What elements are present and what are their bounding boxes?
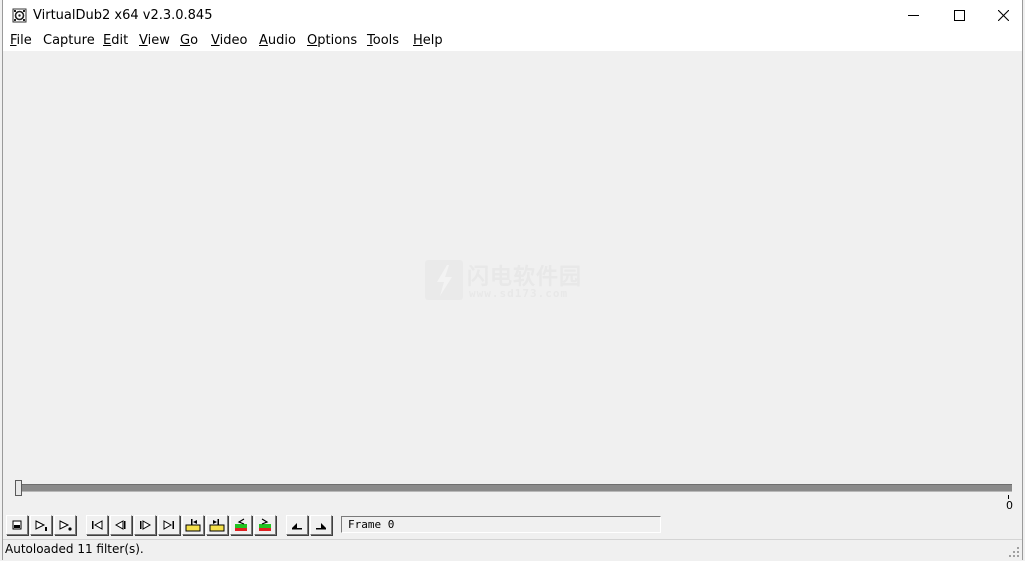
- menu-capture[interactable]: Capture: [43, 33, 95, 48]
- scene-back-icon: [235, 518, 247, 531]
- mark-out-button[interactable]: [310, 515, 332, 535]
- stop-button[interactable]: [6, 515, 28, 535]
- menu-audio[interactable]: Audio: [259, 33, 296, 48]
- minimize-button[interactable]: [890, 0, 936, 31]
- menu-edit[interactable]: Edit: [103, 33, 128, 48]
- play-output-icon: [59, 520, 72, 531]
- frame-indicator-text: Frame 0: [348, 518, 395, 531]
- lightning-icon: [437, 265, 452, 296]
- play-input-button[interactable]: [30, 515, 52, 535]
- prev-key-icon: [185, 519, 201, 532]
- maximize-button[interactable]: [936, 0, 982, 31]
- watermark-url: www.sd173.com: [469, 287, 569, 300]
- frame-indicator: Frame 0: [341, 516, 661, 533]
- watermark: 闪电软件园 www.sd173.com: [423, 258, 598, 304]
- app-icon: [12, 8, 27, 23]
- scene-forward-icon: [259, 518, 271, 531]
- status-text: Autoloaded 11 filter(s).: [5, 542, 144, 556]
- close-button[interactable]: [980, 0, 1025, 31]
- next-key-button[interactable]: [206, 515, 228, 535]
- menu-tools[interactable]: Tools: [367, 33, 399, 48]
- scene-forward-button[interactable]: [254, 515, 276, 535]
- step-back-button[interactable]: [110, 515, 132, 535]
- watermark-logo: [425, 260, 463, 300]
- prev-key-button[interactable]: [182, 515, 204, 535]
- go-end-icon: [163, 520, 174, 530]
- menu-go[interactable]: Go: [180, 33, 198, 48]
- go-start-icon: [92, 520, 103, 530]
- go-start-button[interactable]: [86, 515, 108, 535]
- mark-out-icon: [316, 523, 326, 530]
- scene-back-button[interactable]: [230, 515, 252, 535]
- play-output-button[interactable]: [54, 515, 76, 535]
- close-icon: [997, 10, 1009, 21]
- maximize-icon: [953, 10, 965, 21]
- mark-in-icon: [292, 523, 302, 530]
- status-bar: Autoloaded 11 filter(s).: [3, 539, 1022, 560]
- main-window: VirtualDub2 x64 v2.3.0.845 File Capture …: [2, 0, 1023, 560]
- timeline-track[interactable]: [18, 484, 1012, 492]
- menu-view[interactable]: View: [139, 33, 170, 48]
- next-key-icon: [209, 519, 225, 532]
- step-back-icon: [114, 520, 126, 530]
- menu-options[interactable]: Options: [307, 33, 357, 48]
- step-forward-button[interactable]: [134, 515, 156, 535]
- menu-bar: File Capture Edit View Go Video Audio Op…: [3, 31, 1022, 51]
- menu-help[interactable]: Help: [413, 33, 443, 48]
- menu-video[interactable]: Video: [211, 33, 247, 48]
- timeline-thumb[interactable]: [15, 480, 22, 496]
- timeline-end-label: 0: [1006, 499, 1013, 512]
- menu-file[interactable]: File: [10, 33, 32, 48]
- stop-icon: [12, 520, 22, 530]
- title-bar[interactable]: VirtualDub2 x64 v2.3.0.845: [3, 0, 1022, 31]
- resize-grip-icon[interactable]: [1008, 546, 1020, 558]
- step-forward-icon: [140, 520, 152, 530]
- mark-in-button[interactable]: [286, 515, 308, 535]
- play-input-icon: [35, 520, 47, 531]
- go-end-button[interactable]: [158, 515, 180, 535]
- minimize-icon: [907, 15, 919, 16]
- window-title: VirtualDub2 x64 v2.3.0.845: [33, 8, 213, 23]
